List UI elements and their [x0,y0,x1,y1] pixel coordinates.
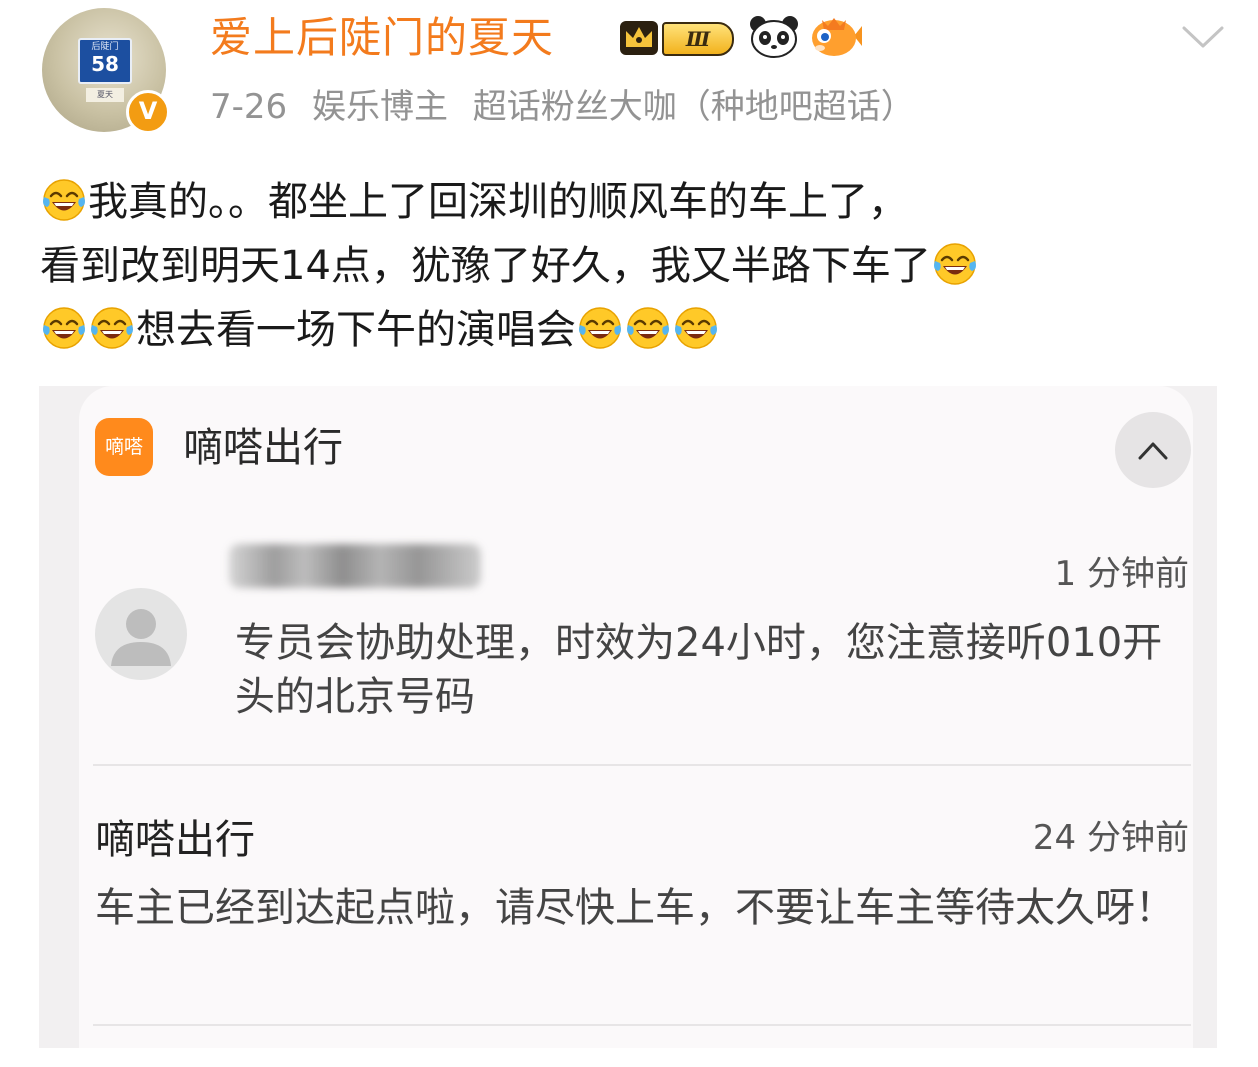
plate-number: 58 [91,52,119,76]
notification-message: 专员会协助处理，时效为24小时，您注意接听010开头的北京号码 [235,620,1163,720]
contact-avatar-icon [95,588,187,680]
post-text-segment: 我真的。。都坐上了回深圳的顺风车的车上了， [88,179,908,225]
fan-level-badge: Ⅲ [662,22,734,56]
house-number-plate: 后陡门 58 [78,38,132,84]
attached-screenshot[interactable]: 嘀嗒 嘀嗒出行 1 分钟前 专员会协助处理，时效为24小时，您注意接听010开头… [39,386,1217,1048]
app-name: 嘀嗒出行 [183,425,343,471]
post-line: 我真的。。都坐上了回深圳的顺风车的车上了， [40,170,1220,234]
laugh-cry-emoji-icon [627,307,669,349]
chevron-up-icon [1138,442,1168,460]
collapse-button[interactable] [1115,412,1191,488]
blurred-sender-name [229,544,481,588]
laugh-cry-emoji-icon [43,307,85,349]
notification-card: 嘀嗒 嘀嗒出行 1 分钟前 专员会协助处理，时效为24小时，您注意接听010开头… [79,386,1193,1048]
avatar-sticker: 夏天 [86,88,124,102]
post-text-segment: 想去看一场下午的演唱会 [136,307,576,353]
verified-badge-icon: V [126,90,170,134]
divider [93,764,1191,766]
author-role: 娱乐博主 [311,87,448,127]
laugh-cry-emoji-icon [933,243,976,285]
panda-icon [750,16,798,58]
post-line: 看到改到明天14点，犹豫了好久，我又半路下车了 [40,234,1220,298]
laugh-cry-emoji-icon [91,307,133,349]
laugh-cry-emoji-icon [43,179,85,221]
post-line: 想去看一场下午的演唱会 [40,298,1220,362]
supertopic-tag[interactable]: 超话粉丝大咖（种地吧超话） [473,87,915,127]
laugh-cry-emoji-icon [675,307,717,349]
notification-title: 嘀嗒出行 [95,817,255,863]
post-content: 我真的。。都坐上了回深圳的顺风车的车上了， 看到改到明天14点，犹豫了好久，我又… [40,170,1220,362]
post-text-segment: 看到改到明天14点，犹豫了好久，我又半路下车了 [40,243,931,289]
fish-icon [812,18,862,56]
post-meta: 7-26 娱乐博主 超话粉丝大咖（种地吧超话） [210,84,929,130]
notification-time: 1 分钟前 [1054,554,1189,594]
laugh-cry-emoji-icon [579,307,621,349]
notification-time: 24 分钟前 [1032,818,1189,858]
post-date: 7-26 [210,87,288,127]
divider [93,1024,1191,1026]
app-icon: 嘀嗒 [95,418,153,476]
crown-icon [620,21,658,55]
notification-message: 车主已经到达起点啦，请尽快上车，不要让车主等待太久呀！ [95,885,1175,931]
author-username[interactable]: 爱上后陡门的夏天 [210,12,554,64]
chevron-down-icon[interactable] [1180,22,1226,52]
